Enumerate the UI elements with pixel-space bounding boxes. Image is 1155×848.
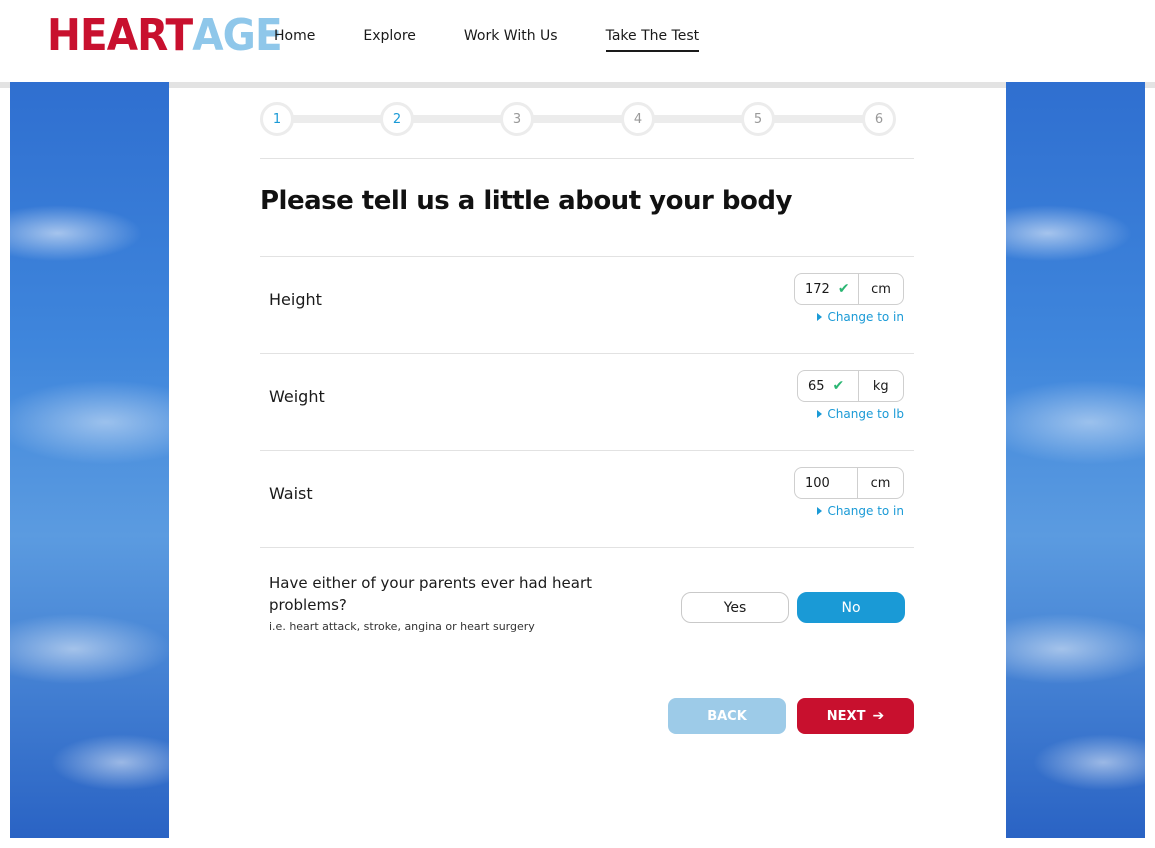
height-value: 172 bbox=[805, 281, 830, 297]
waist-row: Waist 100 cm Change to in bbox=[260, 450, 914, 546]
question-text: Have either of your parents ever had hea… bbox=[269, 574, 592, 614]
step-5: 5 bbox=[741, 102, 775, 136]
height-value-cell: 172 ✔ bbox=[795, 274, 859, 304]
height-input[interactable]: 172 ✔ cm bbox=[794, 273, 904, 305]
waist-change-unit-label: Change to in bbox=[827, 504, 904, 518]
sky-background-left bbox=[10, 82, 169, 838]
arrow-right-icon: ➔ bbox=[872, 708, 885, 724]
yes-button[interactable]: Yes bbox=[681, 592, 789, 623]
weight-label: Weight bbox=[269, 387, 325, 406]
step-1: 1 bbox=[260, 102, 294, 136]
nav-work-with-us[interactable]: Work With Us bbox=[464, 26, 558, 52]
step-4: 4 bbox=[621, 102, 655, 136]
weight-unit: kg bbox=[872, 378, 889, 394]
step-6: 6 bbox=[862, 102, 896, 136]
weight-change-unit-label: Change to lb bbox=[827, 407, 904, 421]
weight-input[interactable]: 65 ✔ kg bbox=[797, 370, 904, 402]
height-label: Height bbox=[269, 290, 322, 309]
waist-label: Waist bbox=[269, 484, 313, 503]
back-button[interactable]: BACK bbox=[668, 698, 786, 734]
height-unit: cm bbox=[871, 281, 891, 297]
no-button[interactable]: No bbox=[797, 592, 905, 623]
play-icon bbox=[817, 313, 823, 321]
parents-heart-question: Have either of your parents ever had hea… bbox=[269, 572, 629, 633]
page-title: Please tell us a little about your body bbox=[260, 186, 792, 216]
step-track bbox=[276, 115, 880, 123]
waist-change-unit-link[interactable]: Change to in bbox=[817, 504, 904, 518]
logo-heart: HEART bbox=[47, 10, 193, 61]
step-3: 3 bbox=[500, 102, 534, 136]
sky-background-right bbox=[1006, 82, 1145, 838]
play-icon bbox=[817, 410, 823, 418]
question-hint: i.e. heart attack, stroke, angina or hea… bbox=[269, 620, 535, 633]
divider bbox=[260, 547, 914, 548]
back-label: BACK bbox=[707, 708, 747, 724]
check-icon: ✔ bbox=[832, 378, 845, 394]
step-progress: 1 2 3 4 5 6 bbox=[260, 102, 896, 136]
next-label: NEXT bbox=[826, 708, 866, 724]
weight-row: Weight 65 ✔ kg Change to lb bbox=[260, 353, 914, 449]
waist-input[interactable]: 100 cm bbox=[794, 467, 904, 499]
weight-value: 65 bbox=[808, 378, 825, 394]
nav-explore[interactable]: Explore bbox=[363, 26, 416, 52]
divider bbox=[260, 158, 914, 159]
next-button[interactable]: NEXT ➔ bbox=[797, 698, 914, 734]
nav-take-the-test[interactable]: Take The Test bbox=[605, 26, 700, 52]
check-icon: ✔ bbox=[837, 281, 850, 297]
waist-value-cell: 100 bbox=[795, 468, 859, 498]
main-nav: Home Explore Work With Us Take The Test bbox=[274, 26, 747, 52]
height-row: Height 172 ✔ cm Change to in bbox=[260, 256, 914, 352]
step-2: 2 bbox=[380, 102, 414, 136]
play-icon bbox=[817, 507, 823, 515]
nav-home[interactable]: Home bbox=[274, 26, 315, 52]
test-panel: 1 2 3 4 5 6 Please tell us a little abou… bbox=[169, 88, 1006, 838]
waist-unit: cm bbox=[870, 475, 891, 491]
logo-age: AGE bbox=[192, 10, 282, 61]
site-header: HEART AGE Home Explore Work With Us Take … bbox=[0, 0, 1155, 82]
heartage-logo[interactable]: HEART AGE bbox=[47, 8, 283, 64]
height-change-unit-link[interactable]: Change to in bbox=[817, 310, 904, 324]
height-change-unit-label: Change to in bbox=[827, 310, 904, 324]
weight-change-unit-link[interactable]: Change to lb bbox=[817, 407, 904, 421]
waist-value: 100 bbox=[805, 475, 830, 491]
weight-value-cell: 65 ✔ bbox=[798, 371, 859, 401]
